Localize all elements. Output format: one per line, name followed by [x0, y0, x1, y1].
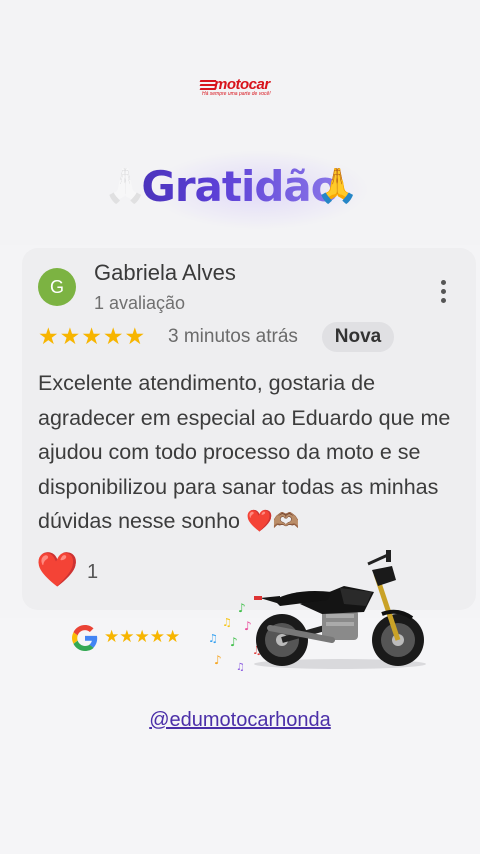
star-rating: ★★★★★ [38, 324, 146, 348]
reaction-count: 1 [87, 561, 99, 583]
google-star-rating: ★★★★★ [104, 625, 180, 649]
star-icon: ★ [149, 627, 165, 646]
page-title: Gratidão [0, 162, 480, 211]
star-icon: ★ [124, 323, 146, 349]
new-badge: Nova [322, 322, 394, 352]
google-g-icon [72, 625, 98, 651]
review-timestamp: 3 minutos atrás [168, 326, 298, 347]
star-icon: ★ [104, 627, 120, 646]
pray-hands-icon: 🙏 [316, 167, 359, 205]
star-icon: ★ [134, 627, 150, 646]
star-icon: ★ [59, 323, 81, 349]
kebab-menu-icon[interactable] [434, 280, 452, 306]
heart-icon[interactable]: ❤️ [36, 550, 78, 590]
star-icon: ★ [81, 323, 102, 349]
star-icon: ★ [119, 627, 135, 646]
svg-text:♫: ♫ [208, 632, 218, 645]
instagram-handle-link[interactable]: @edumotocarhonda [0, 709, 480, 732]
motorcycle-icon [240, 548, 430, 670]
brand-logo: motocar Há sempre uma parte de você! [199, 76, 282, 100]
star-icon: ★ [165, 627, 181, 646]
svg-text:♫: ♫ [222, 616, 232, 629]
review-text: Excelente atendimento, gostaria de agrad… [38, 371, 451, 533]
star-icon: ★ [102, 323, 124, 349]
svg-text:♪: ♪ [230, 635, 238, 649]
logo-tagline: Há sempre uma parte de você! [202, 91, 271, 97]
svg-text:♪: ♪ [214, 653, 222, 667]
star-icon: ★ [38, 323, 59, 349]
reviewer-name[interactable]: Gabriela Alves [94, 260, 236, 286]
avatar[interactable]: G [38, 268, 76, 306]
reviewer-review-count: 1 avaliação [94, 293, 186, 313]
